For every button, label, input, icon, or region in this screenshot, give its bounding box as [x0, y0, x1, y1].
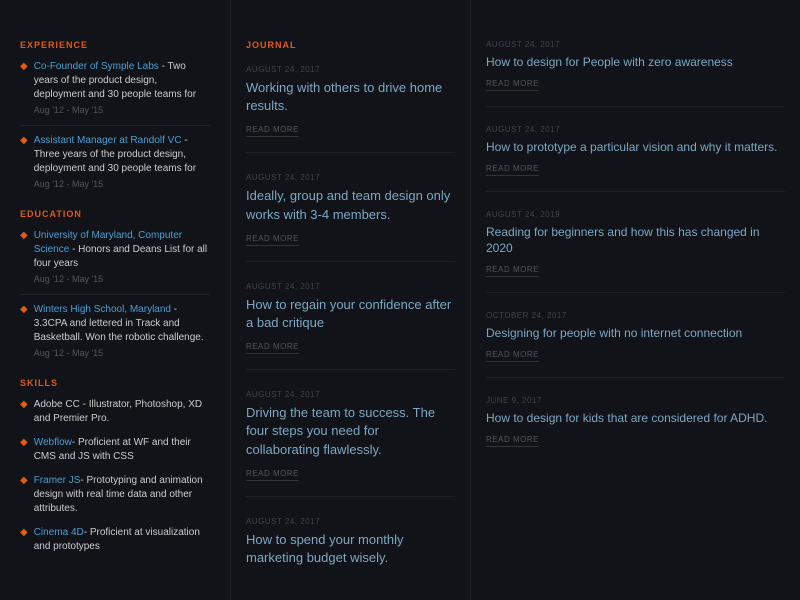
skill-entry-3: ◆ Framer JS- Prototyping and animation d…	[20, 474, 210, 516]
exp-entry-1: ◆ Co-Founder of Symple Labs - Two years …	[20, 60, 210, 115]
read-more-2[interactable]: READ MORE	[246, 234, 299, 246]
edu-1-title: University of Maryland, Computer Science…	[34, 229, 210, 271]
bullet-icon: ◆	[20, 437, 28, 464]
edu-2-highlight: Winters High School, Maryland	[34, 304, 171, 315]
right-entry-4: OCTOBER 24, 2017 Designing for people wi…	[486, 311, 785, 378]
divider	[20, 125, 210, 126]
journal-entry-title-1: Working with others to drive home result…	[246, 79, 455, 115]
skill-entry-4: ◆ Cinema 4D- Proficient at visualization…	[20, 526, 210, 554]
right-date-5: JUNE 9, 2017	[486, 396, 785, 405]
exp-1-date: Aug '12 - May '15	[34, 105, 210, 115]
skills-section: SKILLS ◆ Adobe CC - Illustrator, Photosh…	[20, 378, 210, 554]
journal-entry-2: AUGUST 24, 2017 Ideally, group and team …	[246, 173, 455, 261]
bullet-icon: ◆	[20, 304, 28, 358]
right-entry-5: JUNE 9, 2017 How to design for kids that…	[486, 396, 785, 462]
read-more-4[interactable]: READ MORE	[246, 469, 299, 481]
bullet-icon: ◆	[20, 230, 28, 284]
right-entry-3: AUGUST 24, 2019 Reading for beginners an…	[486, 210, 785, 294]
right-read-more-4[interactable]: Read More	[486, 350, 539, 362]
experience-title: EXPERIENCE	[20, 40, 210, 50]
sidebar: EXPERIENCE ◆ Co-Founder of Symple Labs -…	[0, 0, 230, 600]
journal-entry-title-3: How to regain your confidence after a ba…	[246, 296, 455, 332]
skill-entry-1: ◆ Adobe CC - Illustrator, Photoshop, XD …	[20, 398, 210, 426]
skill-4-text: Cinema 4D- Proficient at visualization a…	[34, 526, 210, 554]
journal-entry-5: AUGUST 24, 2017 How to spend your monthl…	[246, 517, 455, 590]
exp-2-highlight: Assistant Manager at Randolf VC	[34, 135, 182, 146]
right-title-2: How to prototype a particular vision and…	[486, 139, 785, 156]
right-read-more-3[interactable]: Read More	[486, 265, 539, 277]
bullet-icon: ◆	[20, 61, 28, 115]
bullet-icon: ◆	[20, 399, 28, 426]
right-read-more-2[interactable]: Read More	[486, 164, 539, 176]
edu-entry-2: ◆ Winters High School, Maryland - 3.3CPA…	[20, 303, 210, 358]
journal-entry-title-5: How to spend your monthly marketing budg…	[246, 531, 455, 567]
journal-entry-title-2: Ideally, group and team design only work…	[246, 187, 455, 223]
right-date-3: AUGUST 24, 2019	[486, 210, 785, 219]
exp-entry-2: ◆ Assistant Manager at Randolf VC - Thre…	[20, 134, 210, 189]
journal-entry-1: AUGUST 24, 2017 Working with others to d…	[246, 65, 455, 153]
right-date-1: AUGUST 24, 2017	[486, 40, 785, 49]
read-more-1[interactable]: READ MORE	[246, 125, 299, 137]
right-date-4: OCTOBER 24, 2017	[486, 311, 785, 320]
skill-3-text: Framer JS- Prototyping and animation des…	[34, 474, 210, 516]
skills-title: SKILLS	[20, 378, 210, 388]
edu-2-title: Winters High School, Maryland - 3.3CPA a…	[34, 303, 210, 345]
right-title-1: How to design for People with zero aware…	[486, 54, 785, 71]
exp-2-title: Assistant Manager at Randolf VC - Three …	[34, 134, 210, 176]
journal-entry-3: AUGUST 24, 2017 How to regain your confi…	[246, 282, 455, 370]
journal-title: JOURNAL	[246, 40, 455, 50]
journal-entry-title-4: Driving the team to success. The four st…	[246, 404, 455, 459]
right-entry-2: AUGUST 24, 2017 How to prototype a parti…	[486, 125, 785, 192]
education-section: EDUCATION ◆ University of Maryland, Comp…	[20, 209, 210, 358]
experience-section: EXPERIENCE ◆ Co-Founder of Symple Labs -…	[20, 40, 210, 189]
journal-column: JOURNAL AUGUST 24, 2017 Working with oth…	[230, 0, 470, 600]
right-title-4: Designing for people with no internet co…	[486, 325, 785, 342]
right-column: AUGUST 24, 2017 How to design for People…	[470, 0, 800, 600]
journal-date-4: AUGUST 24, 2017	[246, 390, 455, 399]
right-read-more-5[interactable]: Read More	[486, 435, 539, 447]
skill-entry-2: ◆ Webflow- Proficient at WF and their CM…	[20, 436, 210, 464]
bullet-icon: ◆	[20, 527, 28, 554]
skill-2-text: Webflow- Proficient at WF and their CMS …	[34, 436, 210, 464]
skill-1-text: Adobe CC - Illustrator, Photoshop, XD an…	[34, 398, 210, 426]
edu-1-date: Aug '12 - May '15	[34, 274, 210, 284]
edu-2-date: Aug '12 - May '15	[34, 348, 210, 358]
exp-1-title: Co-Founder of Symple Labs - Two years of…	[34, 60, 210, 102]
journal-date-3: AUGUST 24, 2017	[246, 282, 455, 291]
right-read-more-1[interactable]: Read More	[486, 79, 539, 91]
journal-date-5: AUGUST 24, 2017	[246, 517, 455, 526]
bullet-icon: ◆	[20, 475, 28, 516]
bullet-icon: ◆	[20, 135, 28, 189]
journal-date-2: AUGUST 24, 2017	[246, 173, 455, 182]
right-entry-1: AUGUST 24, 2017 How to design for People…	[486, 40, 785, 107]
read-more-3[interactable]: READ MORE	[246, 342, 299, 354]
exp-2-date: Aug '12 - May '15	[34, 179, 210, 189]
journal-entry-4: AUGUST 24, 2017 Driving the team to succ…	[246, 390, 455, 497]
journal-date-1: AUGUST 24, 2017	[246, 65, 455, 74]
right-date-2: AUGUST 24, 2017	[486, 125, 785, 134]
right-title-3: Reading for beginners and how this has c…	[486, 224, 785, 258]
right-title-5: How to design for kids that are consider…	[486, 410, 785, 427]
education-title: EDUCATION	[20, 209, 210, 219]
divider	[20, 294, 210, 295]
exp-1-highlight: Co-Founder of Symple Labs	[34, 61, 159, 72]
edu-entry-1: ◆ University of Maryland, Computer Scien…	[20, 229, 210, 284]
